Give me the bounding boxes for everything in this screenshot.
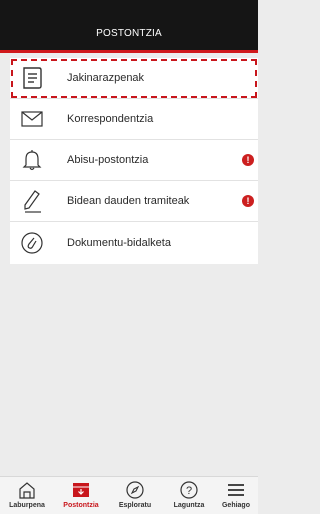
menu-item-label: Dokumentu-bidalketa [67, 237, 171, 249]
tab-esploratu[interactable]: Esploratu [109, 480, 161, 514]
menu-icon [226, 480, 246, 500]
tab-laburpena[interactable]: Laburpena [1, 480, 53, 514]
tab-label: Gehiago [221, 502, 250, 509]
svg-text:?: ? [186, 485, 192, 497]
bell-icon [20, 148, 44, 172]
alert-badge: ! [242, 195, 254, 207]
mailbox-icon [71, 480, 91, 500]
help-icon: ? [179, 480, 199, 500]
tab-label: Laguntza [173, 502, 205, 509]
tab-label: Postontzia [63, 502, 99, 509]
bottom-tab-bar: Laburpena Postontzia Esploratu ? Laguntz… [0, 476, 258, 514]
compass-icon [125, 480, 145, 500]
menu-item-bidean-dauden-tramiteak[interactable]: Bidean dauden tramiteak ! [10, 181, 258, 222]
tab-gehiago[interactable]: Gehiago [210, 480, 262, 514]
menu-item-label: Jakinarazpenak [67, 72, 145, 84]
tab-label: Laburpena [9, 502, 45, 509]
tab-laguntza[interactable]: ? Laguntza [163, 480, 215, 514]
alert-badge: ! [242, 154, 254, 166]
menu-item-label: Korrespondentzia [67, 113, 154, 125]
mailbox-menu: Jakinarazpenak Korrespondentzia Abisu-po… [10, 58, 258, 264]
header-accent-line [0, 50, 258, 53]
page-title: POSTONTZIA [96, 28, 162, 39]
tab-label: Esploratu [118, 502, 152, 509]
menu-item-jakinarazpenak[interactable]: Jakinarazpenak [10, 58, 258, 99]
paperclip-icon [20, 231, 44, 255]
envelope-icon [20, 107, 44, 131]
notes-icon [20, 66, 44, 90]
home-icon [17, 480, 37, 500]
menu-item-korrespondentzia[interactable]: Korrespondentzia [10, 99, 258, 140]
menu-item-abisu-postontzia[interactable]: Abisu-postontzia ! [10, 140, 258, 181]
app-header: POSTONTZIA [0, 0, 258, 50]
menu-item-label: Abisu-postontzia [67, 154, 149, 166]
pencil-icon [20, 189, 44, 213]
menu-item-dokumentu-bidalketa[interactable]: Dokumentu-bidalketa [10, 222, 258, 264]
tab-postontzia[interactable]: Postontzia [55, 480, 107, 514]
menu-item-label: Bidean dauden tramiteak [67, 195, 190, 207]
